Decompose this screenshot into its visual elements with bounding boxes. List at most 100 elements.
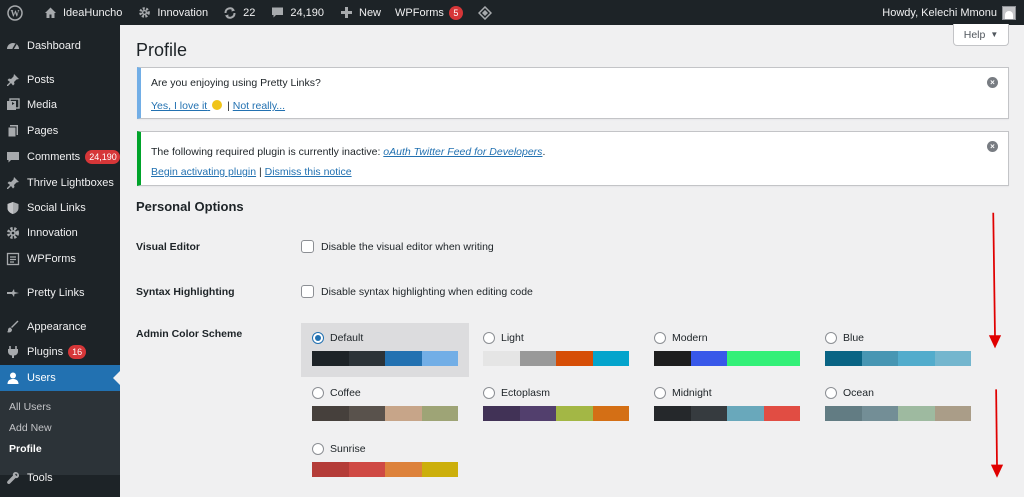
scheme-name: Light <box>501 332 524 344</box>
scheme-name: Coffee <box>330 387 361 399</box>
color-swatch <box>861 351 898 366</box>
comments-link[interactable]: 24,190 <box>262 0 331 25</box>
sidebar-item-plugins[interactable]: Plugins 16 <box>0 339 120 365</box>
diamond-plugin-link[interactable] <box>470 0 505 25</box>
plugins-badge: 16 <box>68 345 87 359</box>
plus-icon <box>338 5 354 21</box>
scheme-radio-row: Sunrise <box>312 443 366 455</box>
sidebar-item-social-links[interactable]: Social Links <box>0 195 120 221</box>
user-icon <box>6 371 20 385</box>
color-scheme-default[interactable]: Default <box>301 323 469 377</box>
color-scheme-ocean[interactable]: Ocean <box>814 378 982 432</box>
color-swatch <box>312 406 349 421</box>
scheme-radio-row: Ocean <box>825 387 874 399</box>
scheme-radio-row: Blue <box>825 332 864 344</box>
notice-links: Yes, I love it | Not really... <box>151 100 285 112</box>
color-scheme-ectoplasm[interactable]: Ectoplasm <box>472 378 640 432</box>
pages-icon <box>6 124 20 138</box>
sidebar-item-label: Dashboard <box>27 40 81 52</box>
star-icon <box>6 286 20 300</box>
color-swatch <box>348 462 385 477</box>
sidebar-item-dashboard[interactable]: Dashboard <box>0 33 120 59</box>
close-icon[interactable]: × <box>987 141 998 152</box>
not-really-link[interactable]: Not really... <box>233 100 285 112</box>
sidebar-item-wpforms[interactable]: WPForms <box>0 246 120 272</box>
avatar <box>1002 5 1016 20</box>
submenu-all-users[interactable]: All Users <box>9 401 51 413</box>
sidebar-item-tools[interactable]: Tools <box>0 465 120 491</box>
sidebar-item-pages[interactable]: Pages <box>0 118 120 144</box>
scheme-swatches <box>483 351 629 366</box>
sidebar-item-posts[interactable]: Posts <box>0 67 120 93</box>
color-scheme-light[interactable]: Light <box>472 323 640 377</box>
innovation-link[interactable]: Innovation <box>129 0 215 25</box>
visual-editor-checkbox[interactable] <box>301 240 314 253</box>
site-name-link[interactable]: IdeaHuncho <box>35 0 129 25</box>
my-account-link[interactable]: Howdy, Kelechi Mmonu <box>882 0 1016 25</box>
updates-icon <box>222 5 238 21</box>
sidebar-item-label: Social Links <box>27 202 86 214</box>
wpforms-link[interactable]: WPForms 5 <box>388 0 470 25</box>
radio-button[interactable] <box>825 332 837 344</box>
submenu-add-new[interactable]: Add New <box>9 422 52 434</box>
radio-button[interactable] <box>312 387 324 399</box>
notice-question: Are you enjoying using Pretty Links? <box>151 77 321 89</box>
sidebar-item-comments[interactable]: Comments 24,190 <box>0 144 120 170</box>
color-swatch <box>898 406 935 421</box>
scheme-radio-row: Ectoplasm <box>483 387 550 399</box>
sidebar-item-label: Innovation <box>27 227 78 239</box>
sidebar-item-thrive-lightboxes[interactable]: Thrive Lightboxes <box>0 170 120 196</box>
scheme-name: Blue <box>843 332 865 344</box>
color-swatch <box>654 351 691 366</box>
radio-button[interactable] <box>654 387 666 399</box>
radio-button[interactable] <box>312 332 324 344</box>
dismiss-notice-link[interactable]: Dismiss this notice <box>265 166 352 178</box>
radio-button[interactable] <box>654 332 666 344</box>
yes-love-it-link[interactable]: Yes, I love it <box>151 100 224 112</box>
sidebar-item-pretty-links[interactable]: Pretty Links <box>0 280 120 306</box>
visual-editor-text: Disable the visual editor when writing <box>321 240 494 253</box>
notice-actions: Begin activating plugin | Dismiss this n… <box>151 166 352 178</box>
syntax-highlighting-option[interactable]: Disable syntax highlighting when editing… <box>301 285 533 298</box>
sidebar-item-innovation[interactable]: Innovation <box>0 220 120 246</box>
color-scheme-midnight[interactable]: Midnight <box>643 378 811 432</box>
scheme-swatches <box>825 351 971 366</box>
color-swatch <box>763 406 800 421</box>
color-scheme-coffee[interactable]: Coffee <box>301 378 469 432</box>
color-scheme-modern[interactable]: Modern <box>643 323 811 377</box>
admin-color-scheme-label: Admin Color Scheme <box>136 328 243 340</box>
new-label: New <box>359 6 382 19</box>
notice-message: The following required plugin is current… <box>151 146 381 158</box>
new-content-link[interactable]: New <box>331 0 388 25</box>
submenu-profile[interactable]: Profile <box>9 443 42 455</box>
color-scheme-sunrise[interactable]: Sunrise <box>301 434 469 488</box>
yes-love-it-text: Yes, I love it <box>151 100 208 112</box>
sidebar-item-media[interactable]: Media <box>0 92 120 118</box>
diamond-icon <box>477 5 493 21</box>
sidebar-item-users[interactable]: Users <box>0 365 120 391</box>
color-swatch <box>898 351 935 366</box>
radio-button[interactable] <box>483 332 495 344</box>
visual-editor-label: Visual Editor <box>136 241 200 253</box>
sidebar-item-appearance[interactable]: Appearance <box>0 314 120 340</box>
radio-button[interactable] <box>483 387 495 399</box>
close-icon[interactable]: × <box>987 77 998 88</box>
color-swatch <box>934 351 971 366</box>
scheme-swatches <box>654 351 800 366</box>
required-plugin-notice: The following required plugin is current… <box>137 131 1009 186</box>
plugin-link[interactable]: oAuth Twitter Feed for Developers <box>383 146 542 158</box>
wordpress-logo-button[interactable]: W <box>0 0 35 25</box>
caret-down-icon: ▼ <box>990 30 999 39</box>
color-swatch <box>654 406 691 421</box>
help-button[interactable]: Help ▼ <box>953 24 1009 46</box>
syntax-highlighting-checkbox[interactable] <box>301 285 314 298</box>
color-swatch <box>825 406 862 421</box>
updates-link[interactable]: 22 <box>215 0 262 25</box>
site-name: IdeaHuncho <box>63 6 123 19</box>
visual-editor-option[interactable]: Disable the visual editor when writing <box>301 240 494 253</box>
color-scheme-blue[interactable]: Blue <box>814 323 982 377</box>
color-swatch <box>385 462 422 477</box>
radio-button[interactable] <box>825 387 837 399</box>
begin-activating-link[interactable]: Begin activating plugin <box>151 166 256 178</box>
radio-button[interactable] <box>312 443 324 455</box>
